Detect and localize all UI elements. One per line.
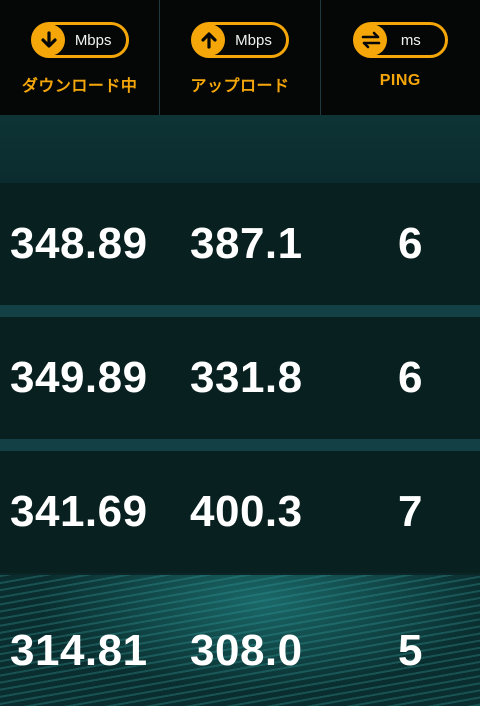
header-gap bbox=[0, 115, 480, 183]
upload-value: 308.0 bbox=[190, 625, 303, 675]
results-header: Mbps ダウンロード中 Mbps アップロード ms PING bbox=[0, 0, 480, 115]
download-value: 348.89 bbox=[10, 219, 148, 268]
ping-label: PING bbox=[379, 72, 421, 89]
ping-value: 6 bbox=[398, 353, 423, 402]
upload-unit: Mbps bbox=[235, 31, 272, 49]
upload-unit-badge: Mbps bbox=[191, 22, 289, 58]
download-value: 349.89 bbox=[10, 353, 148, 402]
download-value: 341.69 bbox=[10, 487, 148, 536]
result-row[interactable]: 349.89 331.8 6 bbox=[0, 317, 480, 439]
ping-value: 5 bbox=[398, 625, 423, 675]
download-value: 314.81 bbox=[10, 625, 148, 675]
arrow-up-icon bbox=[193, 24, 226, 56]
download-unit: Mbps bbox=[74, 31, 112, 49]
upload-value: 400.3 bbox=[190, 487, 303, 536]
upload-value: 331.8 bbox=[190, 353, 303, 402]
ping-unit-badge: ms bbox=[352, 22, 448, 58]
result-row[interactable]: 341.69 400.3 7 bbox=[0, 451, 480, 573]
download-unit-badge: Mbps bbox=[30, 22, 129, 58]
swap-arrows-icon bbox=[354, 24, 387, 56]
ping-value: 6 bbox=[398, 219, 423, 268]
arrow-down-icon bbox=[32, 24, 65, 56]
download-label: ダウンロード中 bbox=[21, 78, 138, 95]
download-column-header: Mbps ダウンロード中 bbox=[0, 0, 161, 115]
row-divider bbox=[0, 439, 480, 451]
upload-label: アップロード bbox=[190, 78, 290, 95]
ping-column-header: ms PING bbox=[321, 0, 480, 115]
upload-column-header: Mbps アップロード bbox=[160, 0, 321, 115]
result-row[interactable]: 348.89 387.1 6 bbox=[0, 183, 480, 305]
upload-value: 387.1 bbox=[190, 219, 303, 268]
result-row[interactable]: 314.81 308.0 5 bbox=[0, 595, 480, 706]
ping-value: 7 bbox=[398, 487, 423, 536]
row-divider bbox=[0, 305, 480, 317]
ping-unit: ms bbox=[400, 31, 421, 49]
